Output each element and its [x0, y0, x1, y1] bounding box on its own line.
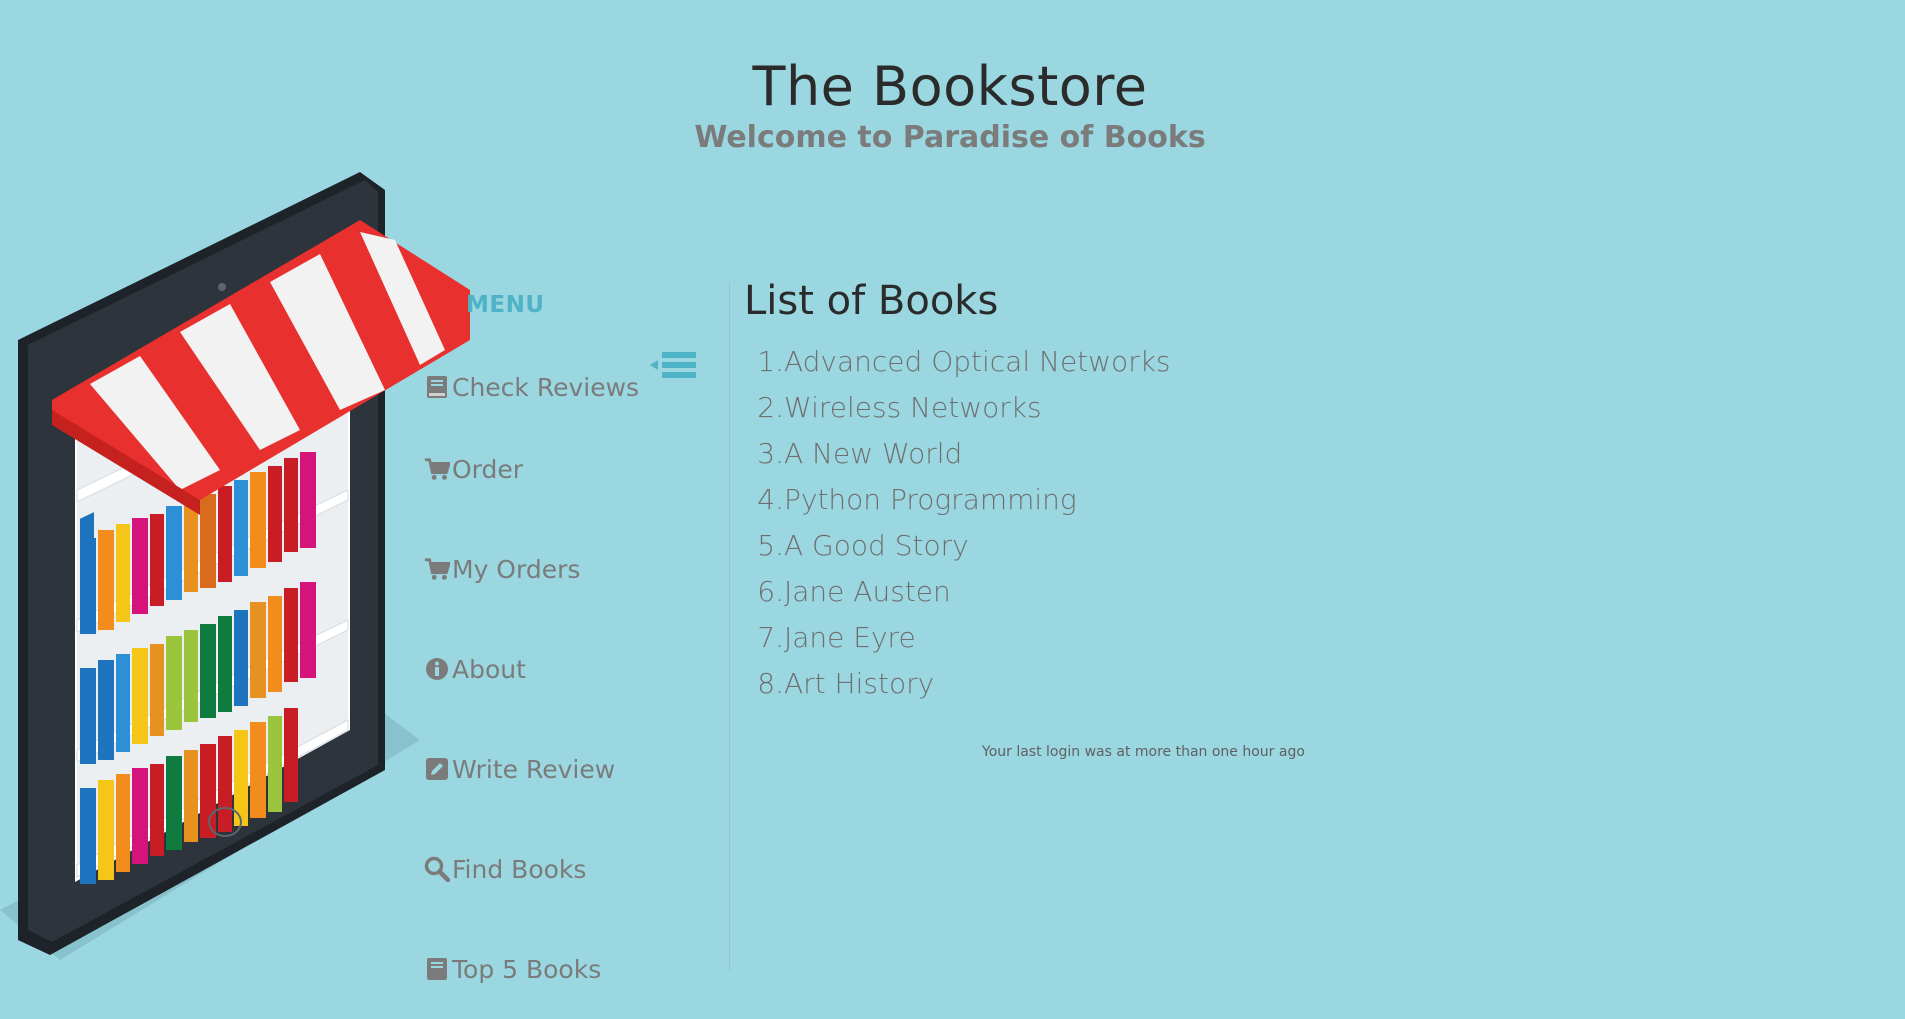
- cart-icon: [424, 456, 450, 482]
- list-number: 3.: [757, 436, 784, 470]
- sidebar-item-about[interactable]: About: [424, 619, 664, 719]
- info-icon: [424, 656, 450, 682]
- list-number: 6.: [757, 574, 784, 608]
- list-item: 7. Jane Eyre: [754, 614, 1171, 660]
- book-title: Python Programming: [784, 482, 1077, 516]
- sidebar-item-label: Find Books: [452, 854, 587, 884]
- edit-icon: [424, 756, 450, 782]
- book-title: Jane Eyre: [784, 620, 916, 654]
- book-title: A Good Story: [784, 528, 969, 562]
- page-subtitle: Welcome to Paradise of Books: [694, 120, 1206, 155]
- book-title: Wireless Networks: [784, 390, 1042, 424]
- list-item: 2. Wireless Networks: [754, 384, 1171, 430]
- list-number: 1.: [757, 344, 784, 378]
- list-number: 8.: [757, 666, 784, 700]
- sidebar-item-find-books[interactable]: Find Books: [424, 819, 664, 919]
- sidebar-item-label: About: [452, 654, 526, 684]
- search-icon: [424, 856, 450, 882]
- list-item: 3. A New World: [754, 430, 1171, 476]
- page-title: The Bookstore: [752, 55, 1148, 118]
- sidebar-item-check-reviews[interactable]: Check Reviews: [424, 355, 664, 419]
- content-divider: [729, 282, 730, 972]
- last-login-note: Your last login was at more than one hou…: [982, 744, 1305, 760]
- list-item: 8. Art History: [754, 660, 1171, 706]
- list-item: 1. Advanced Optical Networks: [754, 338, 1171, 384]
- book-title: Art History: [784, 666, 935, 700]
- list-item: 5. A Good Story: [754, 522, 1171, 568]
- sidebar-item-label: My Orders: [452, 554, 581, 584]
- sidebar-item-label: Top 5 Books: [452, 954, 602, 984]
- sidebar-nav: Check Reviews Order My Orders About Writ…: [424, 355, 664, 1019]
- book-list: 1. Advanced Optical Networks 2. Wireless N…: [754, 338, 1171, 706]
- list-number: 5.: [757, 528, 784, 562]
- sidebar-item-label: Write Review: [452, 754, 616, 784]
- sidebar-item-top-books[interactable]: Top 5 Books: [424, 919, 664, 1019]
- sidebar-item-write-review[interactable]: Write Review: [424, 719, 664, 819]
- book-title: A New World: [784, 436, 963, 470]
- book-title: Advanced Optical Networks: [784, 344, 1171, 378]
- list-item: 6. Jane Austen: [754, 568, 1171, 614]
- sidebar-item-label: Order: [452, 454, 524, 484]
- list-item: 4. Python Programming: [754, 476, 1171, 522]
- sidebar-item-order[interactable]: Order: [424, 419, 664, 519]
- book-icon: [424, 374, 450, 400]
- page-header: The Bookstore Welcome to Paradise of Boo…: [0, 55, 1900, 155]
- book-title: Jane Austen: [784, 574, 951, 608]
- bookstore-tablet-illustration: [0, 172, 470, 960]
- sidebar-item-my-orders[interactable]: My Orders: [424, 519, 664, 619]
- book-icon: [424, 956, 450, 982]
- list-number: 2.: [757, 390, 784, 424]
- books-heading: List of Books: [744, 278, 999, 324]
- menu-label: MENU: [466, 292, 545, 318]
- list-number: 7.: [757, 620, 784, 654]
- list-number: 4.: [757, 482, 784, 516]
- cart-icon: [424, 556, 450, 582]
- sidebar-item-label: Check Reviews: [452, 372, 640, 402]
